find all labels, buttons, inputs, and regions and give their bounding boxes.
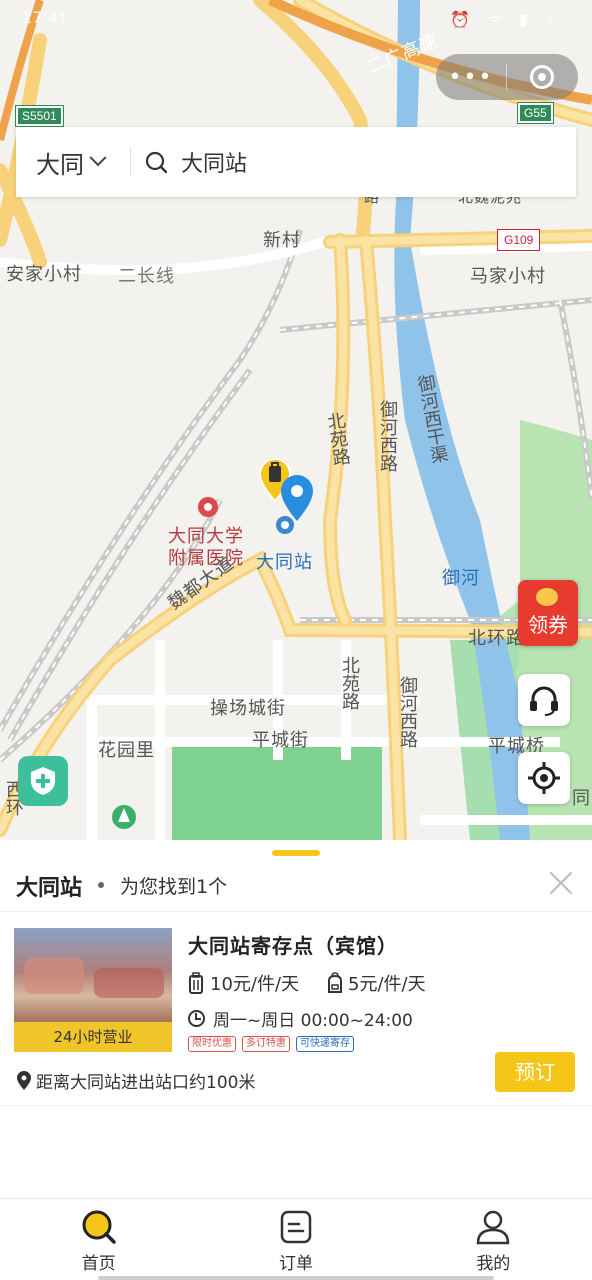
- map-label-erchang: 二长线: [118, 266, 175, 287]
- price-small-text: 5元/件/天: [348, 974, 426, 995]
- coupon-label: 领券: [528, 613, 568, 637]
- map-label-beiyuan-2: 北苑路: [339, 656, 360, 710]
- book-button[interactable]: 预订: [495, 1052, 575, 1092]
- location-icon: [17, 1070, 31, 1090]
- customer-service-button[interactable]: [518, 674, 570, 726]
- map-label-station: 大同站: [256, 552, 313, 573]
- tab-profile-label: 我的: [476, 1254, 511, 1274]
- result-thumbnail: 24小时营业: [14, 928, 172, 1052]
- tab-bar: 首页 订单 我的: [0, 1198, 592, 1280]
- shield-g55: G55: [517, 102, 554, 124]
- status-icons: ⏰ ᯤ ▮ ⚡: [450, 10, 562, 29]
- distance-info: 距离大同站进出站口约100米: [16, 1068, 255, 1093]
- map-label-pingcheng: 平城街: [252, 730, 309, 751]
- home-indicator: [98, 1276, 494, 1280]
- price-small-luggage: 5元/件/天: [326, 970, 426, 996]
- map-label-beihuan: 北环路: [468, 628, 525, 649]
- tag-express: 可快递寄存: [296, 1036, 354, 1052]
- target-circle-icon: [530, 65, 554, 89]
- backpack-icon: [328, 972, 342, 993]
- search-input[interactable]: 大同站: [131, 127, 576, 197]
- status-time: 17:41: [22, 8, 69, 27]
- search-bar: 大同 大同站: [16, 127, 576, 197]
- tag-multi-order: 多订特惠: [242, 1036, 290, 1052]
- location-pin-icon: [281, 475, 313, 521]
- map-label-majia: 马家小村: [470, 266, 546, 287]
- tab-profile[interactable]: 我的: [395, 1199, 592, 1280]
- status-bar: 17:41 ⏰ ᯤ ▮ ⚡: [0, 0, 592, 38]
- map-view[interactable]: 17:41 ⏰ ᯤ ▮ ⚡ 二广高速 S5501 G55 G109 新村 安家小…: [0, 0, 592, 840]
- price-large-luggage: 10元/件/天: [188, 970, 299, 996]
- hours-badge: 24小时营业: [14, 1022, 172, 1052]
- shield-plus-icon: [31, 767, 55, 795]
- tag-limited-offer: 限时优惠: [188, 1036, 236, 1052]
- shield-s5501: S5501: [15, 105, 64, 127]
- result-name: 大同站寄存点（宾馆）: [188, 934, 398, 958]
- more-menu-button[interactable]: •••: [436, 65, 506, 90]
- clock-icon: [188, 1010, 205, 1027]
- distance-text: 距离大同站进出站口约100米: [36, 1073, 256, 1093]
- tab-home[interactable]: 首页: [0, 1199, 197, 1280]
- locate-me-button[interactable]: [518, 752, 570, 804]
- city-selector[interactable]: 大同: [16, 127, 130, 197]
- close-icon[interactable]: [546, 868, 576, 898]
- chevron-down-icon: [89, 149, 107, 167]
- opening-hours-text: 周一~周日 00:00~24:00: [213, 1011, 413, 1031]
- promo-tags: 限时优惠 多订特惠 可快递寄存: [188, 1036, 354, 1052]
- map-base-layer: [0, 0, 592, 840]
- map-label-xincun: 新村: [263, 230, 301, 251]
- map-label-caochang: 操场城街: [210, 698, 286, 719]
- city-name: 大同: [36, 150, 84, 179]
- result-item[interactable]: 24小时营业 大同站寄存点（宾馆） 10元/件/天 5元/件/天 周一~周日 0…: [0, 914, 592, 1106]
- map-label-yuhe: 御河: [442, 568, 480, 589]
- headset-icon: [530, 686, 558, 716]
- search-icon: [145, 151, 167, 173]
- shield-g109: G109: [496, 229, 541, 251]
- station-pin[interactable]: [279, 474, 315, 526]
- map-label-tong: 同: [572, 788, 591, 809]
- sheet-drag-handle[interactable]: [272, 850, 320, 856]
- sheet-header: 大同站 为您找到1个: [0, 862, 592, 912]
- map-label-huayuanli: 花园里: [98, 740, 155, 761]
- miniprogram-capsule: •••: [436, 54, 578, 100]
- search-query: 大同站: [181, 152, 248, 177]
- map-label-anjia: 安家小村: [6, 264, 82, 285]
- sheet-title: 大同站: [16, 876, 83, 901]
- order-icon: [280, 1210, 312, 1244]
- coupon-button[interactable]: 领券: [518, 580, 578, 646]
- price-large-text: 10元/件/天: [210, 974, 300, 995]
- map-label-yuhexi-1: 御河西路: [377, 400, 398, 472]
- result-count: 为您找到1个: [120, 876, 228, 898]
- results-sheet: 大同站 为您找到1个 24小时营业 大同站寄存点（宾馆） 10元/件/天 5元/…: [0, 840, 592, 1198]
- tab-home-label: 首页: [81, 1254, 116, 1274]
- close-miniprogram-button[interactable]: [507, 65, 577, 89]
- suitcase-icon: [189, 972, 203, 994]
- tab-orders[interactable]: 订单: [197, 1199, 394, 1280]
- tab-orders-label: 订单: [278, 1254, 313, 1274]
- profile-icon: [477, 1210, 510, 1245]
- map-label-yuhexi-2: 御河西路: [397, 676, 418, 748]
- insurance-button[interactable]: [18, 756, 68, 806]
- separator-dot: [98, 882, 104, 888]
- opening-hours: 周一~周日 00:00~24:00: [188, 1006, 413, 1031]
- crosshair-icon: [528, 762, 560, 794]
- search-icon: [82, 1210, 116, 1244]
